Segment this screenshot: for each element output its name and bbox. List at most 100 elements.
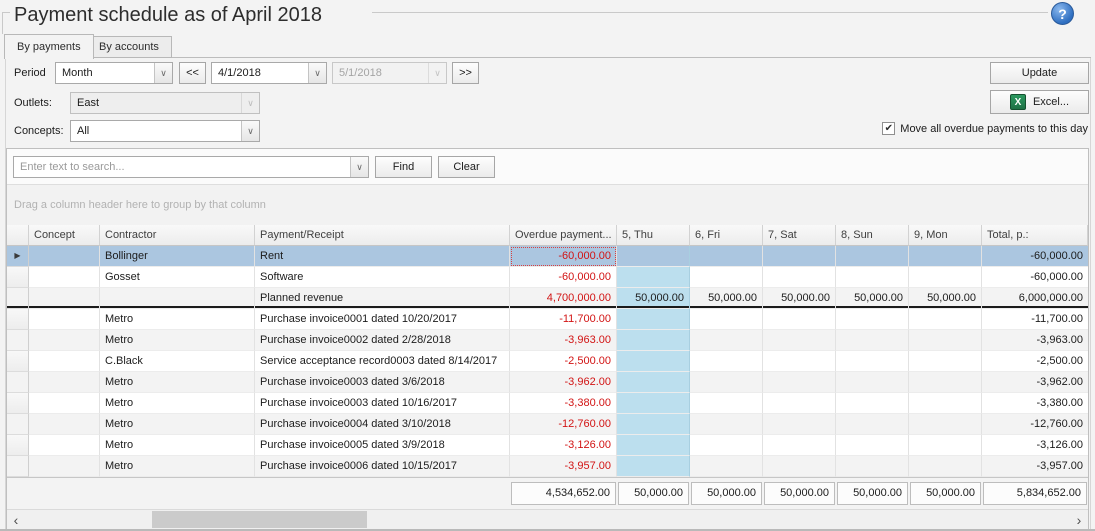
table-row[interactable]: Gosset Software -60,000.00 -60,000.00 bbox=[7, 267, 1088, 288]
cell-day9[interactable] bbox=[909, 309, 982, 330]
cell-total[interactable]: -60,000.00 bbox=[982, 246, 1088, 267]
scroll-right-icon[interactable]: › bbox=[1070, 510, 1088, 529]
cell-payment[interactable]: Software bbox=[255, 267, 510, 288]
scrollbar-thumb[interactable] bbox=[152, 511, 367, 528]
cell-day5[interactable] bbox=[617, 309, 690, 330]
cell-payment[interactable]: Purchase invoice0005 dated 3/9/2018 bbox=[255, 435, 510, 456]
cell-day6[interactable] bbox=[690, 372, 763, 393]
chevron-down-icon[interactable]: ∨ bbox=[308, 63, 326, 83]
chevron-down-icon[interactable]: ∨ bbox=[241, 121, 259, 141]
cell-day5[interactable] bbox=[617, 414, 690, 435]
cell-overdue[interactable]: 4,700,000.00 bbox=[510, 288, 617, 309]
period-select[interactable]: Month ∨ bbox=[55, 62, 173, 84]
excel-export-button[interactable]: X Excel... bbox=[990, 90, 1089, 114]
table-row[interactable]: Planned revenue 4,700,000.00 50,000.00 5… bbox=[7, 288, 1088, 309]
cell-concept[interactable] bbox=[29, 435, 100, 456]
cell-day8[interactable] bbox=[836, 372, 909, 393]
cell-total[interactable]: -2,500.00 bbox=[982, 351, 1088, 372]
cell-concept[interactable] bbox=[29, 456, 100, 477]
cell-day8[interactable] bbox=[836, 309, 909, 330]
cell-day5[interactable] bbox=[617, 393, 690, 414]
cell-day7[interactable] bbox=[763, 393, 836, 414]
cell-overdue[interactable]: -2,500.00 bbox=[510, 351, 617, 372]
cell-day5[interactable] bbox=[617, 246, 690, 267]
search-input[interactable] bbox=[20, 158, 350, 176]
cell-contractor[interactable]: Gosset bbox=[100, 267, 255, 288]
cell-payment[interactable]: Rent bbox=[255, 246, 510, 267]
cell-day7[interactable] bbox=[763, 435, 836, 456]
cell-overdue[interactable]: -12,760.00 bbox=[510, 414, 617, 435]
column-header-day5[interactable]: 5, Thu bbox=[617, 225, 690, 246]
cell-day6[interactable] bbox=[690, 267, 763, 288]
cell-day6[interactable] bbox=[690, 351, 763, 372]
cell-day5[interactable] bbox=[617, 267, 690, 288]
cell-day5[interactable]: 50,000.00 bbox=[617, 288, 690, 309]
column-header-payment[interactable]: Payment/Receipt bbox=[255, 225, 510, 246]
cell-day9[interactable]: 50,000.00 bbox=[909, 288, 982, 309]
cell-total[interactable]: -3,962.00 bbox=[982, 372, 1088, 393]
cell-day6[interactable] bbox=[690, 414, 763, 435]
cell-day9[interactable] bbox=[909, 351, 982, 372]
cell-day7[interactable] bbox=[763, 309, 836, 330]
cell-day9[interactable] bbox=[909, 246, 982, 267]
cell-day8[interactable] bbox=[836, 246, 909, 267]
cell-total[interactable]: -3,957.00 bbox=[982, 456, 1088, 477]
cell-contractor[interactable]: Metro bbox=[100, 393, 255, 414]
cell-overdue[interactable]: -3,380.00 bbox=[510, 393, 617, 414]
table-row[interactable]: Metro Purchase invoice0004 dated 3/10/20… bbox=[7, 414, 1088, 435]
find-button[interactable]: Find bbox=[375, 156, 432, 178]
cell-day7[interactable] bbox=[763, 414, 836, 435]
table-row[interactable]: C.Black Service acceptance record0003 da… bbox=[7, 351, 1088, 372]
cell-overdue[interactable]: -3,126.00 bbox=[510, 435, 617, 456]
cell-overdue[interactable]: -3,962.00 bbox=[510, 372, 617, 393]
cell-overdue[interactable]: -60,000.00 bbox=[510, 267, 617, 288]
column-header-day6[interactable]: 6, Fri bbox=[690, 225, 763, 246]
cell-concept[interactable] bbox=[29, 351, 100, 372]
cell-day8[interactable] bbox=[836, 351, 909, 372]
cell-day9[interactable] bbox=[909, 414, 982, 435]
cell-day8[interactable] bbox=[836, 456, 909, 477]
cell-day6[interactable] bbox=[690, 435, 763, 456]
move-overdue-checkbox[interactable]: ✔ Move all overdue payments to this day bbox=[882, 122, 1088, 135]
cell-concept[interactable] bbox=[29, 267, 100, 288]
tab-by-payments[interactable]: By payments bbox=[4, 34, 94, 59]
cell-overdue[interactable]: -3,957.00 bbox=[510, 456, 617, 477]
cell-day5[interactable] bbox=[617, 330, 690, 351]
cell-day8[interactable] bbox=[836, 414, 909, 435]
cell-day5[interactable] bbox=[617, 372, 690, 393]
cell-contractor[interactable]: Metro bbox=[100, 435, 255, 456]
cell-total[interactable]: -60,000.00 bbox=[982, 267, 1088, 288]
table-row[interactable]: Metro Purchase invoice0005 dated 3/9/201… bbox=[7, 435, 1088, 456]
concepts-select[interactable]: All ∨ bbox=[70, 120, 260, 142]
cell-contractor[interactable]: Metro bbox=[100, 309, 255, 330]
cell-day7[interactable] bbox=[763, 456, 836, 477]
cell-overdue[interactable]: -60,000.00 bbox=[510, 246, 617, 267]
cell-overdue[interactable]: -11,700.00 bbox=[510, 309, 617, 330]
cell-day7[interactable] bbox=[763, 351, 836, 372]
cell-contractor[interactable]: Metro bbox=[100, 414, 255, 435]
cell-day6[interactable] bbox=[690, 246, 763, 267]
cell-day5[interactable] bbox=[617, 456, 690, 477]
cell-total[interactable]: -11,700.00 bbox=[982, 309, 1088, 330]
column-header-day8[interactable]: 8, Sun bbox=[836, 225, 909, 246]
cell-day9[interactable] bbox=[909, 456, 982, 477]
cell-day6[interactable] bbox=[690, 309, 763, 330]
cell-payment[interactable]: Purchase invoice0006 dated 10/15/2017 bbox=[255, 456, 510, 477]
cell-day9[interactable] bbox=[909, 267, 982, 288]
cell-total[interactable]: -3,380.00 bbox=[982, 393, 1088, 414]
cell-day6[interactable] bbox=[690, 330, 763, 351]
help-icon[interactable]: ? bbox=[1051, 2, 1074, 25]
cell-contractor[interactable]: Metro bbox=[100, 372, 255, 393]
date-from-select[interactable]: 4/1/2018 ∨ bbox=[211, 62, 327, 84]
prev-period-button[interactable]: << bbox=[179, 62, 206, 84]
chevron-down-icon[interactable]: ∨ bbox=[154, 63, 172, 83]
column-header-concept[interactable]: Concept bbox=[29, 225, 100, 246]
cell-payment[interactable]: Planned revenue bbox=[255, 288, 510, 309]
cell-day6[interactable]: 50,000.00 bbox=[690, 288, 763, 309]
cell-day7[interactable] bbox=[763, 246, 836, 267]
cell-total[interactable]: -3,963.00 bbox=[982, 330, 1088, 351]
table-row[interactable]: Metro Purchase invoice0006 dated 10/15/2… bbox=[7, 456, 1088, 477]
cell-payment[interactable]: Purchase invoice0003 dated 10/16/2017 bbox=[255, 393, 510, 414]
column-header-day9[interactable]: 9, Mon bbox=[909, 225, 982, 246]
update-button[interactable]: Update bbox=[990, 62, 1089, 84]
